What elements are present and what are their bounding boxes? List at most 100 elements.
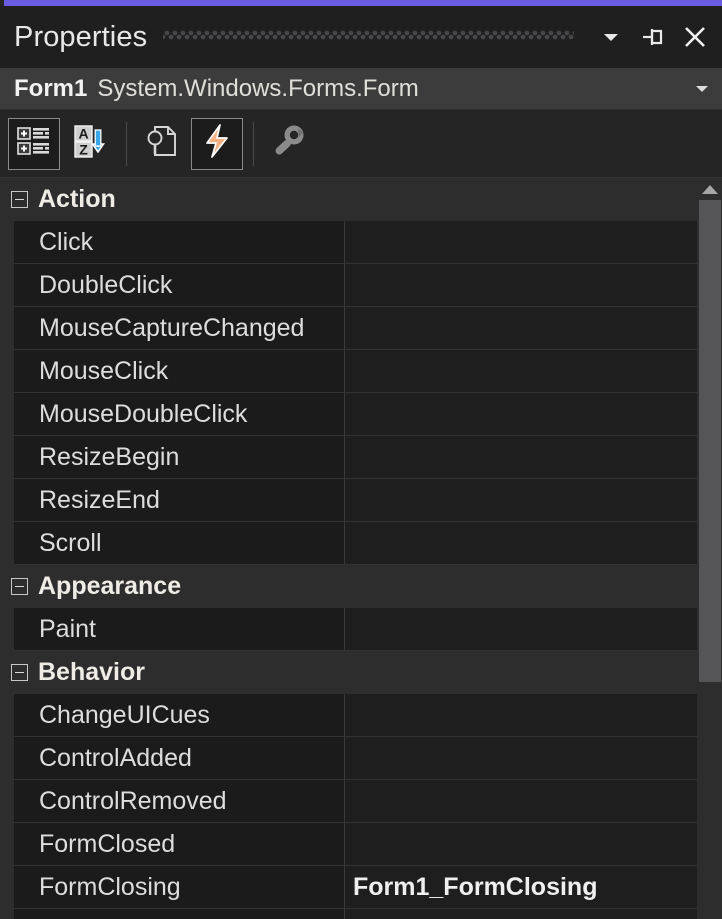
- row-indent: [0, 393, 14, 436]
- row-indent: [0, 221, 14, 264]
- property-name: MouseCaptureChanged: [39, 313, 305, 342]
- property-row[interactable]: MouseCaptureChanged: [0, 307, 697, 350]
- property-row[interactable]: ControlRemoved: [0, 780, 697, 823]
- property-value: Form1_FormClosing: [353, 872, 598, 901]
- vertical-scrollbar[interactable]: [697, 178, 722, 919]
- row-indent: [0, 608, 14, 651]
- category-label: Appearance: [38, 572, 182, 600]
- drag-grip[interactable]: [163, 27, 574, 47]
- property-name-cell[interactable]: MouseDoubleClick: [14, 393, 345, 436]
- object-name: Form1: [14, 74, 88, 102]
- property-name: HelpButtonClicked: [39, 916, 245, 919]
- property-value-cell[interactable]: [345, 522, 697, 565]
- close-button[interactable]: [674, 15, 716, 59]
- categorized-button[interactable]: [8, 117, 60, 170]
- property-pages-button[interactable]: [262, 118, 314, 170]
- property-name-cell[interactable]: Click: [14, 221, 345, 264]
- property-value-cell[interactable]: [345, 436, 697, 479]
- category-header[interactable]: Behavior: [0, 651, 697, 694]
- category-header[interactable]: Appearance: [0, 565, 697, 608]
- property-name-cell[interactable]: DoubleClick: [14, 264, 345, 307]
- property-name: ChangeUICues: [39, 700, 210, 729]
- property-name: ResizeBegin: [39, 442, 180, 471]
- property-value-cell[interactable]: [345, 823, 697, 866]
- row-indent: [0, 823, 14, 866]
- property-name-cell[interactable]: FormClosing: [14, 866, 345, 909]
- property-row[interactable]: FormClosed: [0, 823, 697, 866]
- property-name-cell[interactable]: ControlAdded: [14, 737, 345, 780]
- object-selector-chevron-down-icon[interactable]: [684, 79, 712, 99]
- collapse-expander-icon[interactable]: [11, 578, 28, 595]
- property-row[interactable]: Paint: [0, 608, 697, 651]
- properties-button[interactable]: [135, 118, 187, 170]
- property-name-cell[interactable]: ChangeUICues: [14, 694, 345, 737]
- property-row[interactable]: FormClosing Form1_FormClosing: [0, 866, 697, 909]
- property-row[interactable]: ChangeUICues: [0, 694, 697, 737]
- property-name-cell[interactable]: ControlRemoved: [14, 780, 345, 823]
- property-value-cell[interactable]: [345, 780, 697, 823]
- property-row[interactable]: DoubleClick: [0, 264, 697, 307]
- property-row[interactable]: ControlAdded: [0, 737, 697, 780]
- property-name-cell[interactable]: MouseCaptureChanged: [14, 307, 345, 350]
- wrench-icon: [269, 122, 307, 165]
- property-value-cell[interactable]: [345, 350, 697, 393]
- property-value-cell[interactable]: Form1_FormClosing: [345, 866, 697, 909]
- property-row[interactable]: Scroll: [0, 522, 697, 565]
- object-selector[interactable]: Form1 System.Windows.Forms.Form: [0, 68, 722, 110]
- property-name-cell[interactable]: Paint: [14, 608, 345, 651]
- property-name-cell[interactable]: HelpButtonClicked: [14, 909, 345, 919]
- collapse-expander-icon[interactable]: [11, 191, 28, 208]
- property-name-cell[interactable]: ResizeBegin: [14, 436, 345, 479]
- alphabetical-button[interactable]: A Z: [64, 118, 116, 170]
- property-value-cell[interactable]: [345, 737, 697, 780]
- lightning-bolt-icon: [198, 122, 236, 165]
- close-icon: [681, 23, 709, 51]
- sort-az-icon: A Z: [71, 122, 109, 165]
- property-row[interactable]: MouseDoubleClick: [0, 393, 697, 436]
- property-name: FormClosing: [39, 872, 181, 901]
- toolbar-separator-2: [253, 121, 254, 166]
- property-name-cell[interactable]: MouseClick: [14, 350, 345, 393]
- property-name: FormClosed: [39, 829, 176, 858]
- property-row[interactable]: ResizeBegin: [0, 436, 697, 479]
- property-value-cell[interactable]: [345, 264, 697, 307]
- property-value-cell[interactable]: [345, 909, 697, 919]
- window-dropdown-button[interactable]: [590, 15, 632, 59]
- scrollbar-thumb[interactable]: [699, 200, 721, 682]
- property-name-cell[interactable]: Scroll: [14, 522, 345, 565]
- row-indent: [0, 350, 14, 393]
- pin-button[interactable]: [632, 15, 674, 59]
- property-row[interactable]: ResizeEnd: [0, 479, 697, 522]
- properties-panel: Properties Form1 System.Windows.Forms.Fo…: [0, 0, 722, 919]
- property-grid: Action Click DoubleClick MouseCaptureChange…: [0, 178, 697, 919]
- properties-page-icon: [142, 122, 180, 165]
- categorized-icon: [15, 122, 53, 165]
- property-row[interactable]: HelpButtonClicked: [0, 909, 697, 919]
- property-value-cell[interactable]: [345, 393, 697, 436]
- property-value-cell[interactable]: [345, 307, 697, 350]
- property-value-cell[interactable]: [345, 694, 697, 737]
- property-value-cell[interactable]: [345, 479, 697, 522]
- chevron-down-icon: [600, 26, 622, 48]
- title-bar: Properties: [0, 6, 722, 68]
- row-indent: [0, 479, 14, 522]
- property-value-cell[interactable]: [345, 608, 697, 651]
- events-button[interactable]: [191, 117, 243, 170]
- property-name-cell[interactable]: FormClosed: [14, 823, 345, 866]
- row-indent: [0, 307, 14, 350]
- property-name: DoubleClick: [39, 270, 173, 299]
- property-value-cell[interactable]: [345, 221, 697, 264]
- panel-title: Properties: [14, 20, 148, 53]
- scroll-up-button[interactable]: [697, 178, 722, 200]
- category-header[interactable]: Action: [0, 178, 697, 221]
- property-name-cell[interactable]: ResizeEnd: [14, 479, 345, 522]
- svg-text:A: A: [78, 126, 88, 142]
- property-name: ControlAdded: [39, 743, 192, 772]
- property-name: ControlRemoved: [39, 786, 227, 815]
- property-name: MouseDoubleClick: [39, 399, 248, 428]
- collapse-expander-icon[interactable]: [11, 664, 28, 681]
- property-row[interactable]: MouseClick: [0, 350, 697, 393]
- property-row[interactable]: Click: [0, 221, 697, 264]
- toolbar-separator: [126, 121, 127, 166]
- scrollbar-track[interactable]: [697, 200, 722, 919]
